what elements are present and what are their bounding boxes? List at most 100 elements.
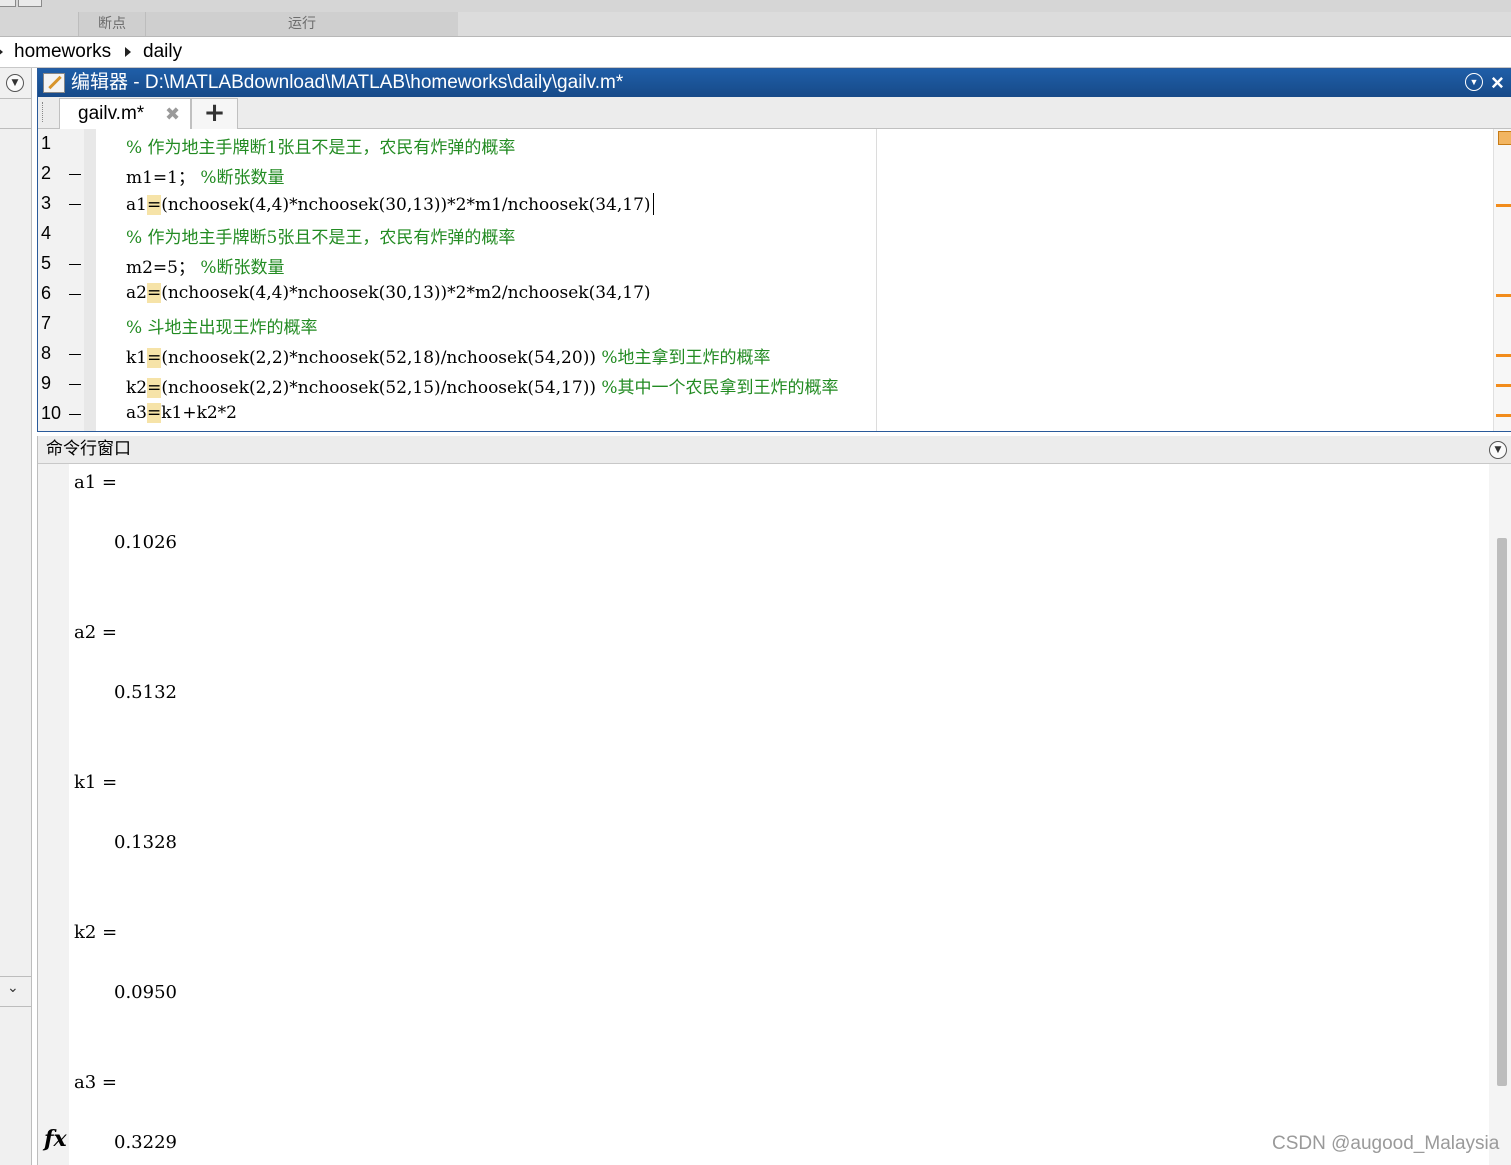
- chevron-down-icon[interactable]: ⌄: [7, 980, 19, 996]
- breadcrumb-arrow-icon[interactable]: [0, 47, 3, 57]
- warning-indicator-icon[interactable]: [1498, 131, 1511, 145]
- output-value: 0.1328: [114, 832, 177, 853]
- code-text: k1=(nchoosek(2,2)*nchoosek(52,18)/nchoos…: [126, 343, 771, 368]
- code-token: k1+k2*2: [161, 403, 237, 423]
- line-number: 1: [41, 133, 52, 153]
- output-variable: a2 =: [74, 622, 117, 643]
- code-line[interactable]: 5 m2=5； %断张数量: [38, 249, 1498, 279]
- chevron-down-circle-icon[interactable]: ▼: [1465, 73, 1483, 91]
- line-number: 10: [41, 403, 62, 423]
- edit-pencil-icon: [43, 73, 65, 93]
- code-token: m1=1；: [126, 168, 195, 188]
- breadcrumb-homeworks[interactable]: homeworks: [14, 41, 111, 63]
- divider: [0, 98, 31, 99]
- divider: [0, 976, 31, 977]
- toolstrip: 断点 运行: [0, 0, 1511, 37]
- breakpoint-dash[interactable]: [69, 174, 81, 175]
- code-token: a2: [126, 283, 147, 303]
- chevron-down-circle-icon[interactable]: ▼: [1489, 441, 1507, 459]
- breakpoint-dash[interactable]: [69, 264, 81, 265]
- code-token: k1: [126, 348, 148, 368]
- code-line[interactable]: 1 % 作为地主手牌断1张且不是王，农民有炸弹的概率: [38, 129, 1498, 159]
- code-line[interactable]: 7 % 斗地主出现王炸的概率: [38, 309, 1498, 339]
- code-text: a1=(nchoosek(4,4)*nchoosek(30,13))*2*m1/…: [126, 193, 654, 215]
- add-tab-button[interactable]: +: [191, 98, 238, 129]
- editor-analyzer-bar[interactable]: [1493, 129, 1511, 431]
- code-text: m1=1； %断张数量: [126, 163, 285, 188]
- code-line[interactable]: 8 k1=(nchoosek(2,2)*nchoosek(52,18)/nchoo…: [38, 339, 1498, 369]
- code-line[interactable]: 2 m1=1； %断张数量: [38, 159, 1498, 189]
- text-caret: [652, 193, 654, 215]
- line-number: 3: [41, 193, 52, 213]
- panel-actions-icon[interactable]: ▼: [6, 74, 24, 92]
- tab-close-icon[interactable]: ✖: [165, 99, 180, 129]
- output-variable: a1 =: [74, 472, 117, 493]
- output-value: 0.3229: [114, 1132, 177, 1153]
- toolstrip-empty: [458, 12, 1511, 36]
- toolstrip-section-breakpoints: 断点: [78, 12, 145, 36]
- code-token: (nchoosek(2,2)*nchoosek(52,15)/nchoosek(…: [161, 378, 596, 398]
- tab-gailv[interactable]: gailv.m* ✖: [59, 98, 191, 129]
- breadcrumb-arrow-icon[interactable]: [125, 47, 131, 57]
- line-number: 8: [41, 343, 52, 363]
- output-variable: a3 =: [74, 1072, 117, 1093]
- line-number: 2: [41, 163, 52, 183]
- command-output[interactable]: a1 = 0.1026 a2 = 0.5132 k1 = 0.1328 k2 = 0.0950…: [69, 464, 1489, 1165]
- breakpoint-dash[interactable]: [69, 204, 81, 205]
- command-window-header: 命令行窗口 ▼: [38, 436, 1511, 464]
- watermark: CSDN @augood_Malaysia: [1272, 1133, 1500, 1154]
- code-equals: =: [146, 195, 162, 215]
- code-line[interactable]: 3 a1=(nchoosek(4,4)*nchoosek(30,13))*2*m1…: [38, 189, 1498, 219]
- output-value: 0.0950: [114, 982, 177, 1003]
- current-folder-panel-collapsed: ▼ ⌄: [0, 68, 32, 1165]
- code-comment: %其中一个农民拿到王炸的概率: [595, 378, 839, 398]
- breakpoint-dash[interactable]: [69, 294, 81, 295]
- breakpoint-dash[interactable]: [69, 354, 81, 355]
- warning-marker[interactable]: [1496, 384, 1511, 387]
- code-comment: %断张数量: [195, 258, 285, 278]
- warning-marker[interactable]: [1496, 204, 1511, 207]
- warning-marker[interactable]: [1496, 294, 1511, 297]
- code-text: % 斗地主出现王炸的概率: [126, 313, 318, 338]
- command-gutter: [38, 464, 69, 1165]
- code-token: a3: [126, 403, 147, 423]
- toolstrip-tile[interactable]: [0, 0, 16, 7]
- code-text: k2=(nchoosek(2,2)*nchoosek(52,15)/nchoos…: [126, 373, 839, 398]
- line-number: 4: [41, 223, 52, 243]
- fx-icon[interactable]: fx: [44, 1126, 67, 1152]
- scrollbar-thumb[interactable]: [1497, 538, 1507, 1086]
- warning-marker[interactable]: [1496, 414, 1511, 417]
- drag-grip-icon[interactable]: [42, 102, 45, 122]
- warning-marker[interactable]: [1496, 354, 1511, 357]
- close-icon[interactable]: ×: [1491, 69, 1504, 97]
- code-text: m2=5； %断张数量: [126, 253, 285, 278]
- code-token: k2: [126, 378, 148, 398]
- code-token: a1: [126, 195, 147, 215]
- command-window: 命令行窗口 ▼ a1 = 0.1026 a2 = 0.5132 k1 = 0.1328 k2…: [37, 436, 1511, 1165]
- divider: [0, 128, 31, 129]
- code-comment: % 斗地主出现王炸的概率: [126, 318, 318, 338]
- output-variable: k2 =: [74, 922, 118, 943]
- breadcrumb-daily[interactable]: daily: [143, 41, 182, 63]
- code-equals: =: [146, 283, 162, 303]
- code-line[interactable]: 6 a2=(nchoosek(4,4)*nchoosek(30,13))*2*m2…: [38, 279, 1498, 309]
- output-value: 0.5132: [114, 682, 177, 703]
- code-line[interactable]: 4 % 作为地主手牌断5张且不是王，农民有炸弹的概率: [38, 219, 1498, 249]
- address-bar: homeworks daily: [0, 37, 1511, 68]
- code-line[interactable]: 10 a3=k1+k2*2: [38, 399, 1498, 429]
- code-token: (nchoosek(2,2)*nchoosek(52,18)/nchoosek(…: [161, 348, 596, 368]
- command-scrollbar[interactable]: [1489, 464, 1511, 1165]
- editor-titlebar: 编辑器 - D:\MATLABdownload\MATLAB\homeworks…: [38, 69, 1511, 97]
- code-equals: =: [147, 348, 162, 368]
- code-area[interactable]: 1 % 作为地主手牌断1张且不是王，农民有炸弹的概率 2 m1=1； %断张数量 3 a1…: [38, 129, 1511, 431]
- code-comment: %地主拿到王炸的概率: [595, 348, 771, 368]
- breakpoint-dash[interactable]: [69, 414, 81, 415]
- breakpoint-dash[interactable]: [69, 384, 81, 385]
- toolstrip-tile[interactable]: [18, 0, 42, 7]
- code-comment: %断张数量: [195, 168, 285, 188]
- code-token: (nchoosek(4,4)*nchoosek(30,13))*2*m1/nch…: [161, 195, 651, 215]
- line-number: 5: [41, 253, 52, 273]
- code-line[interactable]: 9 k2=(nchoosek(2,2)*nchoosek(52,15)/nchoo…: [38, 369, 1498, 399]
- editor-title: 编辑器 - D:\MATLABdownload\MATLAB\homeworks…: [71, 72, 624, 93]
- editor-window: 编辑器 - D:\MATLABdownload\MATLAB\homeworks…: [37, 68, 1511, 432]
